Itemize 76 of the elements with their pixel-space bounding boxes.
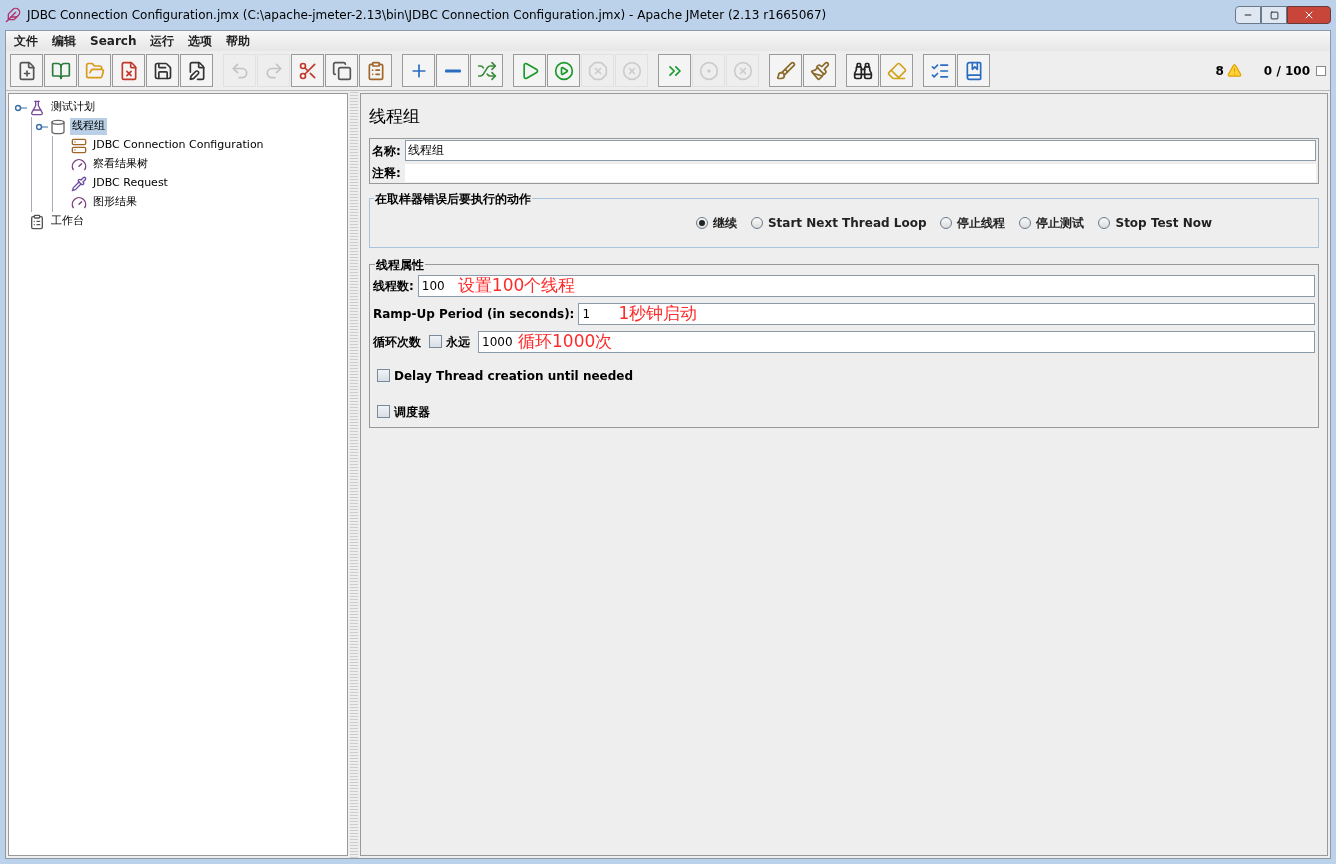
radio-label: 继续: [712, 214, 737, 232]
toolbar-button[interactable]: [846, 54, 879, 87]
menu-item[interactable]: Search: [90, 32, 137, 50]
menu-item[interactable]: 选项: [188, 32, 213, 50]
checkbox-label: 调度器: [394, 403, 430, 421]
tree-item[interactable]: JDBC Connection Configuration: [91, 137, 266, 154]
radio-label: 停止测试: [1036, 214, 1085, 232]
radio-button[interactable]: [695, 216, 708, 229]
maximize-button[interactable]: [1261, 6, 1287, 24]
annotation-text: 设置100个线程: [457, 273, 576, 297]
tree-item[interactable]: 图形结果: [91, 194, 139, 211]
warning-count: 8: [1215, 62, 1224, 80]
close-button[interactable]: [1287, 6, 1331, 24]
dropper-icon: [71, 175, 87, 192]
menu-item[interactable]: 帮助: [226, 32, 251, 50]
radio-button[interactable]: [750, 216, 763, 229]
gauge-icon: [71, 156, 87, 173]
toolbar-button[interactable]: [146, 54, 179, 87]
splitter-handle[interactable]: [350, 91, 358, 858]
checkbox-label: Delay Thread creation until needed: [394, 367, 634, 385]
radio-label: Start Next Thread Loop: [767, 214, 927, 232]
copy-icon: [331, 60, 352, 81]
menu-item[interactable]: 运行: [150, 32, 175, 50]
toolbar-button[interactable]: [180, 54, 213, 87]
menu-item[interactable]: 编辑: [52, 32, 76, 50]
tree-item[interactable]: 察看结果树: [91, 156, 150, 173]
folder-icon: [84, 60, 105, 81]
checkbox[interactable]: [377, 369, 390, 382]
toggle-icon: [476, 60, 497, 81]
scissors-icon: [297, 60, 318, 81]
expanded-handle-icon[interactable]: [15, 103, 27, 112]
checkbox[interactable]: [377, 405, 390, 418]
field-label: Ramp-Up Period (in seconds):: [373, 305, 575, 323]
comment-field[interactable]: [404, 163, 1316, 182]
toolbar-button[interactable]: [325, 54, 358, 87]
name-field[interactable]: 线程组: [404, 140, 1316, 161]
field-label: 名称:: [372, 142, 401, 160]
radio-button[interactable]: [940, 216, 953, 229]
window-title: JDBC Connection Configuration.jmx (C:\apache-jmeter-2.13\bin\JDBC Connection Configuration.jmx) - Apache JMeter (2.13 r1665067): [27, 7, 828, 24]
annotation-text: 循环1000次: [518, 329, 613, 353]
minimize-button[interactable]: [1235, 6, 1261, 24]
tree-item[interactable]: JDBC Request: [91, 175, 170, 192]
tree-item[interactable]: 线程组: [70, 118, 107, 135]
checkbox-label: 永远: [446, 333, 470, 351]
gauge-icon: [71, 194, 87, 211]
stop-icon: [587, 60, 608, 81]
field-label: 循环次数: [373, 333, 421, 351]
annotation-text: 1秒钟启动: [618, 301, 698, 325]
expanded-handle-icon[interactable]: [36, 122, 48, 131]
app-logo-icon: [5, 7, 21, 23]
maximize-icon: [1269, 10, 1279, 20]
radio-label: 停止线程: [957, 214, 1006, 232]
play-icon: [553, 60, 574, 81]
minus-icon: [444, 68, 461, 73]
thread-count: 0 / 100: [1263, 62, 1310, 80]
books-icon: [50, 60, 71, 81]
tree-item[interactable]: 工作台: [49, 213, 86, 230]
binoculars-icon: [852, 60, 873, 81]
panel-title: 线程组: [369, 105, 421, 128]
close-icon: [1303, 9, 1315, 21]
status-indicator-icon: [1316, 65, 1326, 76]
radio-button[interactable]: [1019, 216, 1032, 229]
group-legend: 在取样器错误后要执行的动作: [374, 189, 532, 208]
tree-item[interactable]: 测试计划: [49, 99, 97, 116]
flask-icon: [29, 99, 45, 116]
undo-icon: [229, 60, 250, 81]
clipboard-icon: [29, 213, 45, 230]
radio-button[interactable]: [1098, 216, 1111, 229]
menu-item[interactable]: 文件: [14, 32, 38, 50]
field-label: 注释:: [372, 164, 401, 182]
warning-icon: [1226, 63, 1242, 78]
checkbox[interactable]: [429, 335, 442, 348]
toolbar-button[interactable]: [10, 54, 43, 87]
radio-label: Stop Test Now: [1115, 214, 1213, 232]
field-label: 线程数:: [373, 277, 414, 295]
group-legend: 线程属性: [375, 255, 425, 274]
